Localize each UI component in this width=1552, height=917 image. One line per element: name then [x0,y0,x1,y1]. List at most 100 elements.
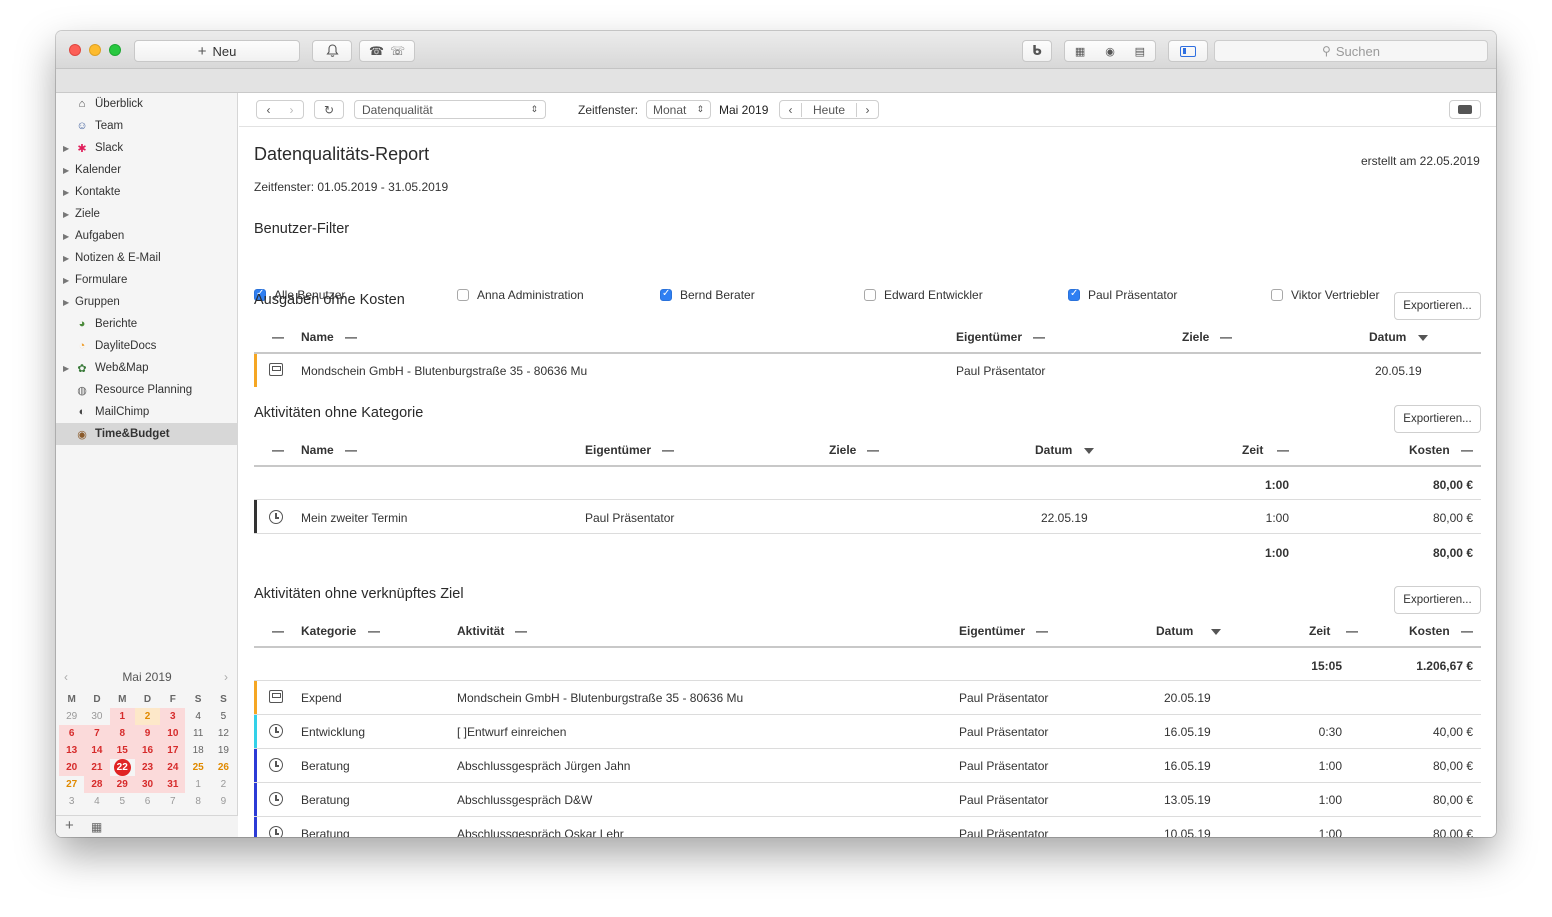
column-header[interactable]: Zeit [1242,443,1263,457]
sidebar-item-formulare[interactable]: ▶ Formulare [56,269,238,291]
calendar-day[interactable]: 8 [185,793,210,810]
next-period-icon[interactable]: › [856,102,878,117]
column-header[interactable]: Ziele [1182,330,1209,344]
column-collapse-icon[interactable]: — [272,330,284,344]
calendar-day[interactable]: 9 [134,725,161,742]
column-header[interactable]: Datum [1369,330,1406,344]
new-button[interactable]: + Neu [134,40,300,62]
sidebar-item-kontakte[interactable]: ▶ Kontakte [56,181,238,203]
calendar-day[interactable]: 5 [110,793,135,810]
calendar-day[interactable]: 3 [59,793,84,810]
sidebar-item-berichte[interactable]: ◕ Berichte [56,313,238,335]
calendar-day[interactable]: 17 [160,742,186,759]
calendar-day[interactable]: 29 [59,708,84,725]
calendar-day[interactable]: 24 [160,759,186,776]
column-header[interactable]: Kategorie [301,624,356,638]
sidebar-item--berblick[interactable]: ⌂ Überblick [56,93,238,115]
refresh-button[interactable]: ↻ [314,100,344,119]
calendar-day[interactable]: 19 [211,742,236,759]
disclosure-triangle-icon[interactable]: ▶ [63,144,69,153]
column-menu-icon[interactable]: — [1461,624,1473,638]
column-header[interactable]: Datum [1035,443,1072,457]
back-icon[interactable]: ‹ [267,103,271,117]
sidebar-item-kalender[interactable]: ▶ Kalender [56,159,238,181]
sidebar-toggle-button[interactable] [1168,40,1208,62]
calendar-day[interactable]: 7 [84,725,110,742]
disclosure-triangle-icon[interactable]: ▶ [63,232,69,241]
calendar-day[interactable]: 4 [84,793,109,810]
calendar-day[interactable]: 22 [110,759,135,776]
sort-desc-icon[interactable] [1418,335,1428,341]
column-menu-icon[interactable]: — [867,443,879,457]
calendar-day[interactable]: 6 [135,793,160,810]
column-header[interactable]: Datum [1156,624,1193,638]
calendar-day[interactable]: 4 [185,708,210,725]
calendar-day[interactable]: 7 [160,793,185,810]
user-filter-checkbox[interactable] [457,289,469,301]
print-button[interactable] [1449,100,1481,119]
sidebar-item-ziele[interactable]: ▶ Ziele [56,203,238,225]
calendar-day[interactable]: 1 [109,708,135,725]
column-menu-icon[interactable]: — [345,443,357,457]
user-filter-checkbox[interactable] [1068,288,1080,301]
column-header[interactable]: Name [301,443,334,457]
column-header[interactable]: Eigentümer [959,624,1025,638]
table-row[interactable] [239,681,1496,714]
sidebar-item-mailchimp[interactable]: ◐ MailChimp [56,401,238,423]
column-menu-icon[interactable]: — [1220,330,1232,344]
today-button[interactable]: Heute [802,103,856,117]
close-window-button[interactable] [69,44,81,56]
column-header[interactable]: Ziele [829,443,856,457]
calendar-day[interactable]: 14 [84,742,110,759]
calendar-day[interactable]: 10 [160,725,186,742]
calendar-day[interactable]: 9 [211,793,236,810]
disclosure-triangle-icon[interactable]: ▶ [63,188,69,197]
calendar-day[interactable]: 16 [134,742,161,759]
column-menu-icon[interactable]: — [662,443,674,457]
calendar-day[interactable]: 8 [109,725,135,742]
forward-icon[interactable]: › [290,103,294,117]
column-header[interactable]: Name [301,330,334,344]
column-header[interactable]: Kosten [1409,443,1450,457]
phone-buttons[interactable]: ☎ ☏ [359,40,415,62]
calendar-day[interactable]: 6 [59,725,85,742]
calendar-day[interactable]: 25 [185,759,210,776]
period-select[interactable]: Monat ⇕ [646,100,711,119]
sidebar-item-daylitedocs[interactable]: ◔ DayliteDocs [56,335,238,357]
sidebar-item-time-budget[interactable]: ◉ Time&Budget [56,423,238,445]
calendar-day[interactable]: 27 [59,776,84,793]
calendar-day[interactable]: 5 [211,708,236,725]
daylite-link-button[interactable]: ᑲ [1022,40,1052,62]
calendar-day[interactable]: 2 [211,776,236,793]
calendar-day[interactable]: 30 [84,708,109,725]
column-header[interactable]: Zeit [1309,624,1330,638]
calendar-day[interactable]: 26 [211,759,236,776]
table-icon[interactable]: ▦ [91,820,102,834]
disclosure-triangle-icon[interactable]: ▶ [63,254,69,263]
column-menu-icon[interactable]: — [368,624,380,638]
prev-period-icon[interactable]: ‹ [780,102,802,117]
calendar-day[interactable]: 20 [59,759,85,776]
calendar-day[interactable]: 21 [84,759,110,776]
column-menu-icon[interactable]: — [1346,624,1358,638]
period-navigation[interactable]: ‹ Heute › [779,100,879,119]
sidebar-item-resource-planning[interactable]: ◍ Resource Planning [56,379,238,401]
sidebar-item-web-map[interactable]: ▶ ✿ Web&Map [56,357,238,379]
calendar-day[interactable]: 3 [160,708,186,725]
calendar-day[interactable]: 28 [84,776,110,793]
column-header[interactable]: Eigentümer [956,330,1022,344]
zoom-window-button[interactable] [109,44,121,56]
calendar-day[interactable]: 13 [59,742,85,759]
calendar-day[interactable]: 15 [109,742,135,759]
sidebar-item-slack[interactable]: ▶ ✱ Slack [56,137,238,159]
sidebar-item-aufgaben[interactable]: ▶ Aufgaben [56,225,238,247]
disclosure-triangle-icon[interactable]: ▶ [63,166,69,175]
column-menu-icon[interactable]: — [1461,443,1473,457]
disclosure-triangle-icon[interactable]: ▶ [63,298,69,307]
column-menu-icon[interactable]: — [515,624,527,638]
add-icon[interactable]: + [65,817,74,834]
calendar-day[interactable]: 23 [134,759,161,776]
column-collapse-icon[interactable]: — [272,624,284,638]
table-row[interactable] [239,500,1496,533]
calendar-day[interactable]: 18 [185,742,210,759]
